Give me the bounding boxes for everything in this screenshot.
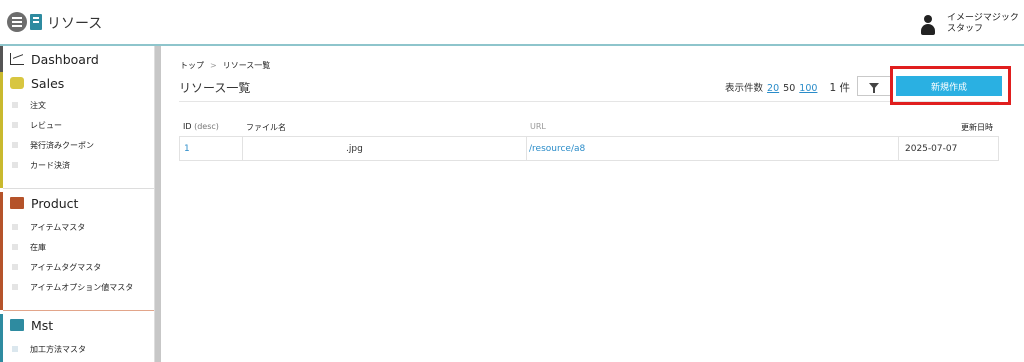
- sidebar-item-orders[interactable]: 注文: [12, 96, 46, 114]
- row-filename: .jpg: [346, 143, 363, 154]
- page-title: リソース一覧: [179, 81, 251, 95]
- table-row[interactable]: 1 .jpg /resource/a8 2025-07-07: [179, 136, 999, 161]
- filter-button[interactable]: [857, 76, 891, 96]
- row-url[interactable]: /resource/a8: [529, 137, 589, 160]
- coins-icon: [10, 77, 24, 89]
- column-header-url[interactable]: URL: [530, 122, 546, 131]
- breadcrumb: トップ > リソース一覧: [180, 61, 271, 70]
- sidebar-item-product[interactable]: Product: [10, 192, 78, 214]
- sidebar-item-card-payment[interactable]: カード決済: [12, 156, 70, 174]
- column-header-updated[interactable]: 更新日時: [961, 122, 993, 133]
- sidebar-item-issued-coupons[interactable]: 発行済みクーポン: [12, 136, 94, 154]
- sidebar-section-mst: Mst 加工方法マスタ: [0, 314, 154, 362]
- boxes-icon: [10, 197, 24, 209]
- page-size-100[interactable]: 100: [799, 83, 817, 94]
- sidebar-item-sales[interactable]: Sales: [10, 72, 64, 94]
- app-title: リソース: [47, 16, 103, 32]
- sidebar-item-item-master[interactable]: アイテムマスタ: [12, 218, 85, 236]
- breadcrumb-top-link[interactable]: トップ: [180, 61, 204, 70]
- sidebar-item-item-option-master[interactable]: アイテムオプション値マスタ: [12, 278, 133, 296]
- user-name[interactable]: イメージマジック スタッフ: [947, 13, 1024, 35]
- row-id[interactable]: 1: [184, 137, 240, 160]
- sidebar-item-mst[interactable]: Mst: [10, 314, 53, 336]
- create-new-button[interactable]: 新規作成: [896, 76, 1002, 96]
- total-count: 1 件: [829, 82, 850, 94]
- sidebar-item-dashboard[interactable]: Dashboard: [10, 48, 99, 70]
- top-header: リソース イメージマジック スタッフ: [0, 0, 1024, 46]
- page-size-selector: 表示件数 20 50 100 1 件: [725, 82, 850, 94]
- breadcrumb-current: リソース一覧: [222, 61, 271, 70]
- filter-icon: [869, 83, 879, 93]
- sidebar-section-dashboard: Dashboard: [0, 46, 154, 72]
- page-size-20[interactable]: 20: [767, 83, 779, 94]
- sidebar: Dashboard Sales 注文 レビュー 発行済みクーポン カード決済 P…: [0, 46, 155, 362]
- main-content: トップ > リソース一覧 リソース一覧 表示件数 20 50 100 1 件 新規作…: [161, 46, 1024, 362]
- sidebar-item-item-tag-master[interactable]: アイテムタグマスタ: [12, 258, 101, 276]
- user-avatar-icon[interactable]: [921, 15, 935, 37]
- book-icon: [30, 14, 42, 30]
- sidebar-section-product: Product アイテムマスタ 在庫 アイテムタグマスタ アイテムオプション値マ…: [0, 192, 154, 310]
- chart-icon: [10, 53, 24, 65]
- column-header-filename[interactable]: ファイル名: [246, 122, 286, 133]
- sidebar-item-processing-master[interactable]: 加工方法マスタ: [12, 340, 86, 358]
- row-updated: 2025-07-07: [905, 143, 958, 154]
- sidebar-item-stock[interactable]: 在庫: [12, 238, 46, 256]
- sidebar-section-sales: Sales 注文 レビュー 発行済みクーポン カード決済: [0, 72, 154, 188]
- sidebar-item-reviews[interactable]: レビュー: [12, 116, 62, 134]
- hamburger-menu-icon[interactable]: [7, 12, 27, 32]
- column-header-id[interactable]: ID (desc): [183, 122, 219, 131]
- page-size-50[interactable]: 50: [783, 83, 795, 94]
- book-icon: [10, 319, 24, 331]
